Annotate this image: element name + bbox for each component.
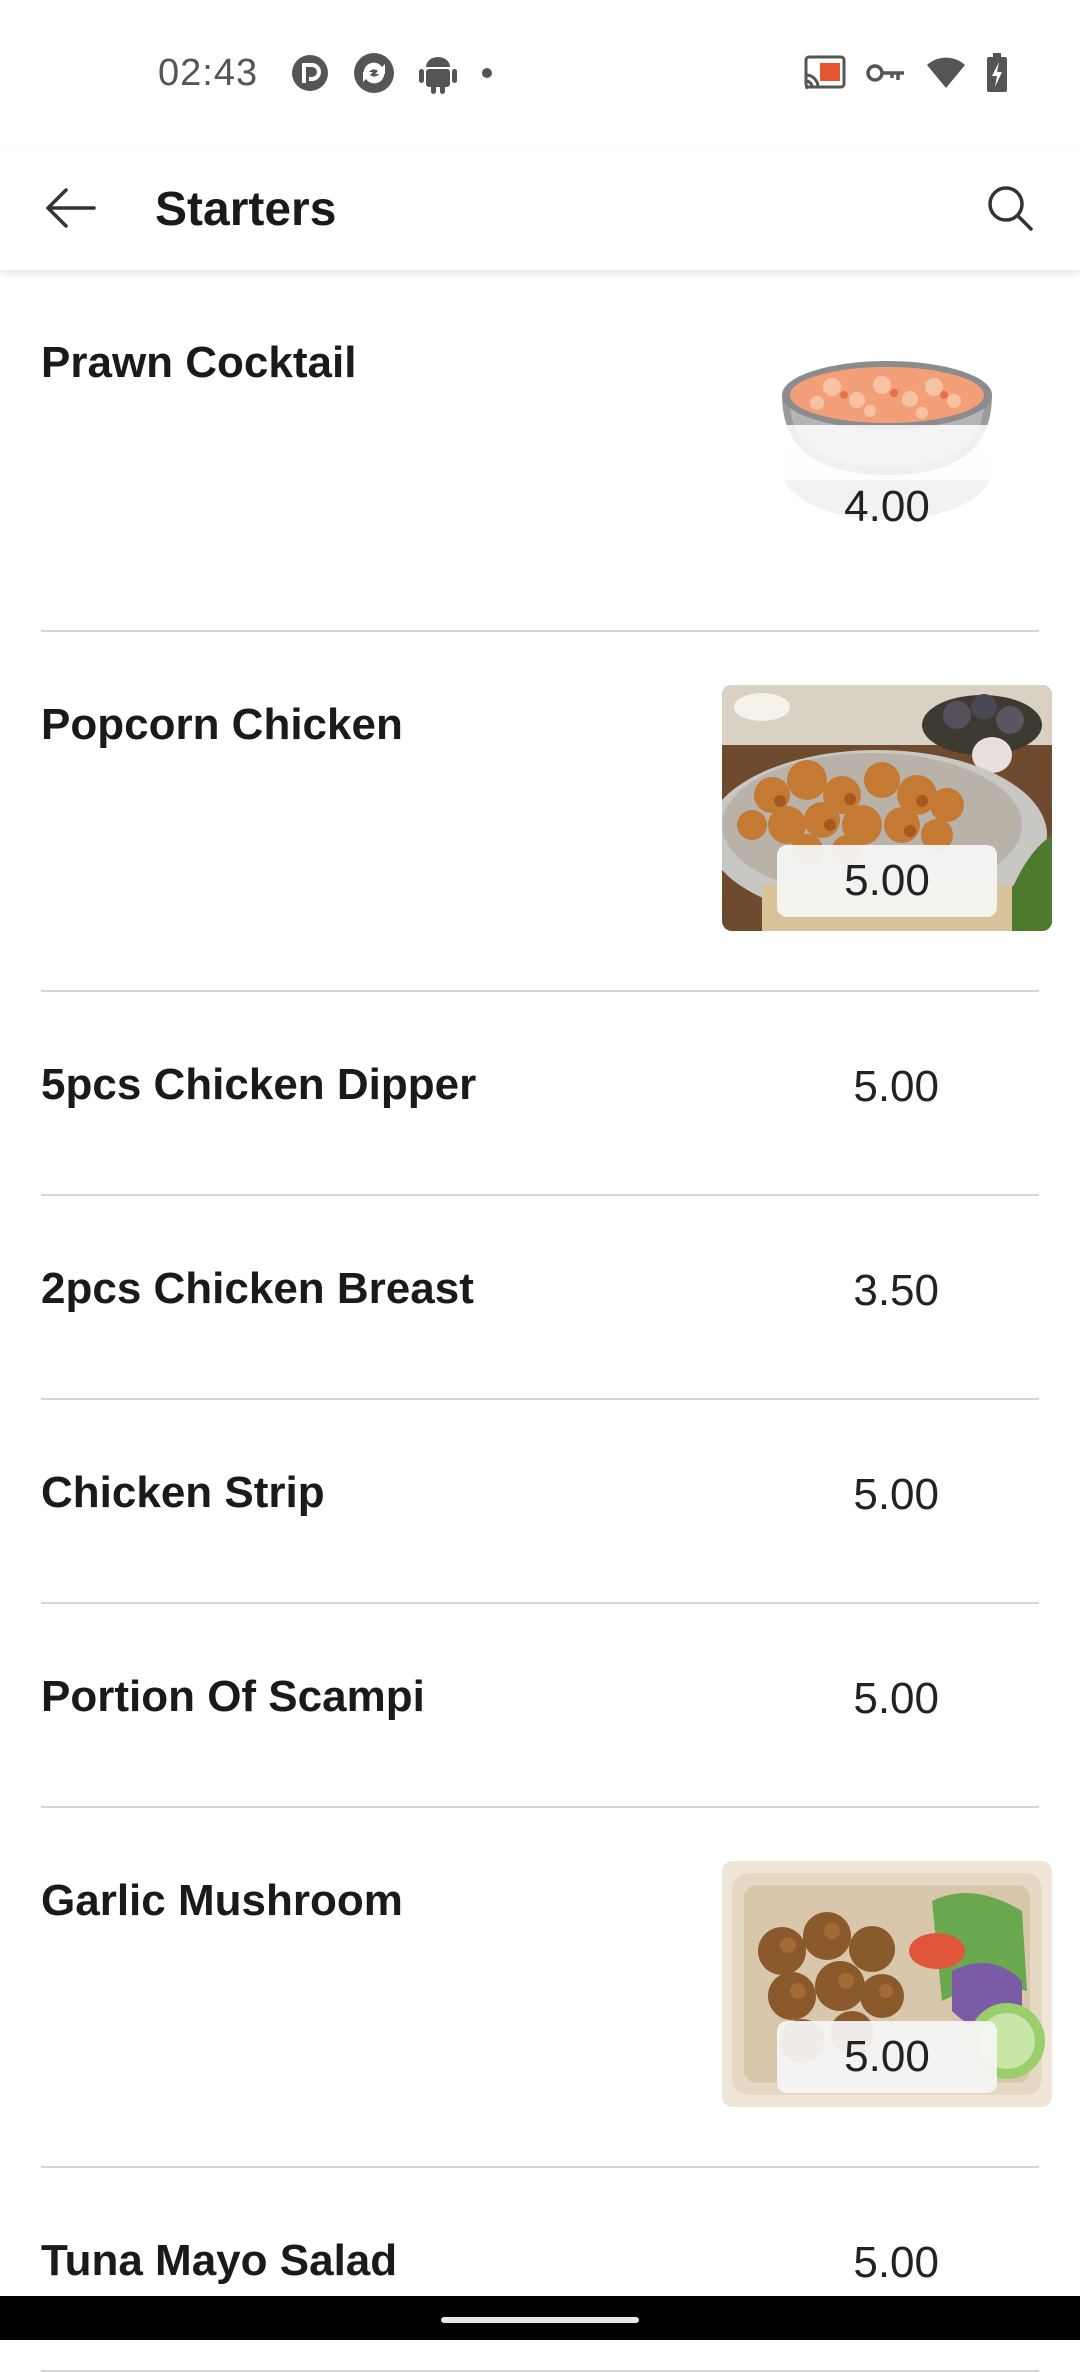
battery-charging-icon: [986, 52, 1008, 98]
menu-item[interactable]: Tuna Mayo Salad 5.00: [41, 2168, 1039, 2372]
pocket-casts-icon: [290, 53, 330, 98]
back-button[interactable]: [30, 176, 110, 244]
android-icon: [418, 51, 458, 100]
menu-item[interactable]: 5pcs Chicken Dipper 5.00: [41, 992, 1039, 1196]
item-price: 5.00: [777, 2021, 997, 2093]
wifi-icon: [926, 57, 966, 94]
popcorn-chicken-image: 5.00: [722, 685, 1052, 931]
app-bar: Starters: [0, 150, 1080, 270]
status-time: 02:43: [158, 52, 259, 94]
item-name: Prawn Cocktail: [41, 338, 357, 387]
item-name: Garlic Mushroom: [41, 1876, 403, 1925]
search-button[interactable]: [970, 176, 1050, 244]
arrow-left-icon: [44, 187, 96, 234]
cast-icon: [804, 55, 846, 96]
item-price: 4.00: [844, 482, 930, 531]
menu-item[interactable]: Garlic Mushroom 5.00: [41, 1808, 1052, 2168]
menu-item[interactable]: Popcorn Chicken 5.00: [41, 632, 1052, 992]
status-bar: 02:43: [0, 0, 1080, 150]
item-price: 5.00: [853, 1674, 939, 1723]
item-name: Tuna Mayo Salad: [41, 2236, 398, 2285]
vpn-key-icon: [866, 61, 906, 90]
menu-item[interactable]: Prawn Cocktail 4.00: [41, 272, 1039, 632]
prawn-cocktail-image: 4.00: [722, 325, 1052, 571]
system-nav-bar: [0, 2296, 1080, 2340]
search-icon: [986, 184, 1034, 237]
menu-list: Prawn Cocktail 4.00 Popcorn Chicken 5.00…: [0, 272, 1080, 2372]
menu-item[interactable]: Portion Of Scampi 5.00: [41, 1604, 1039, 1808]
status-right-icons: [804, 52, 1008, 98]
notification-dot-icon: [480, 66, 494, 85]
item-name: Popcorn Chicken: [41, 700, 403, 749]
item-price: 5.00: [853, 2238, 939, 2287]
item-price: 5.00: [853, 1062, 939, 1111]
menu-item[interactable]: Chicken Strip 5.00: [41, 1400, 1039, 1604]
item-price: 5.00: [853, 1470, 939, 1519]
home-gesture-handle[interactable]: [441, 2317, 639, 2323]
item-name: 2pcs Chicken Breast: [41, 1264, 474, 1313]
status-left-icons: [290, 52, 494, 98]
item-price: 5.00: [777, 845, 997, 917]
item-name: Chicken Strip: [41, 1468, 325, 1517]
garlic-mushroom-image: 5.00: [722, 1861, 1052, 2107]
page-title: Starters: [155, 183, 337, 236]
item-price: 3.50: [853, 1266, 939, 1315]
item-name: Portion Of Scampi: [41, 1672, 425, 1721]
item-name: 5pcs Chicken Dipper: [41, 1060, 477, 1109]
menu-item[interactable]: 2pcs Chicken Breast 3.50: [41, 1196, 1039, 1400]
sync-app-icon: [352, 51, 396, 100]
